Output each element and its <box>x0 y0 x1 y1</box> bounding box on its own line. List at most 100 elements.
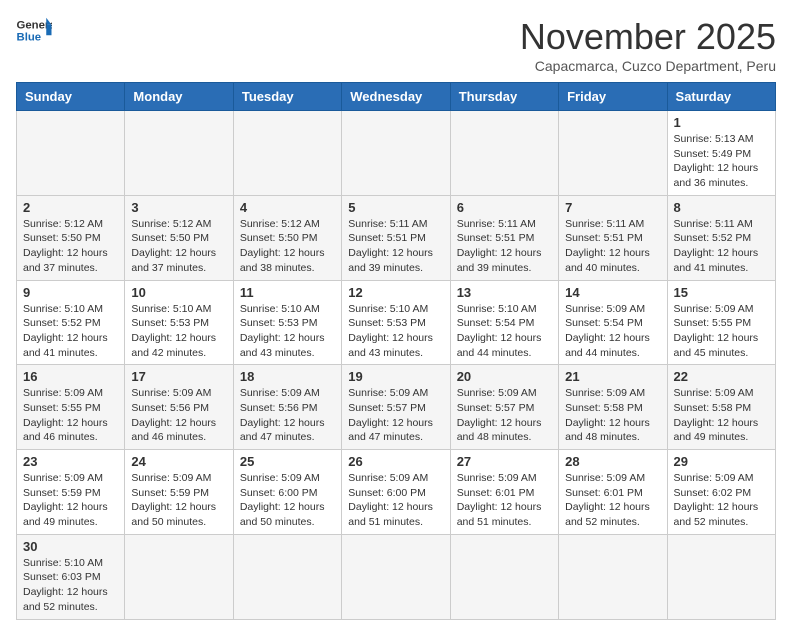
calendar-cell <box>233 534 341 619</box>
calendar-cell: 7 Sunrise: 5:11 AM Sunset: 5:51 PM Daylig… <box>559 195 667 280</box>
calendar-cell: 11Sunrise: 5:10 AM Sunset: 5:53 PM Dayli… <box>233 280 341 365</box>
day-number: 27 <box>457 454 552 469</box>
calendar-cell <box>450 534 558 619</box>
day-info: Sunrise: 5:09 AM Sunset: 5:55 PM Dayligh… <box>23 386 118 445</box>
day-number: 8 <box>674 200 769 215</box>
calendar-cell: 29 Sunrise: 5:09 AM Sunset: 6:02 PM Dayli… <box>667 450 775 535</box>
generalblue-logo-icon: General Blue <box>16 16 52 44</box>
calendar-cell: 4Sunrise: 5:12 AM Sunset: 5:50 PM Daylig… <box>233 195 341 280</box>
day-info: Sunrise: 5:09 AM Sunset: 5:56 PM Dayligh… <box>131 386 226 445</box>
day-info: Sunrise: 5:09 AM Sunset: 6:02 PM Dayligh… <box>674 471 769 530</box>
day-number: 19 <box>348 369 443 384</box>
day-number: 2 <box>23 200 118 215</box>
calendar-cell: 23Sunrise: 5:09 AM Sunset: 5:59 PM Dayli… <box>17 450 125 535</box>
calendar-cell: 19 Sunrise: 5:09 AM Sunset: 5:57 PM Dayli… <box>342 365 450 450</box>
day-info: Sunrise: 5:10 AM Sunset: 5:54 PM Dayligh… <box>457 302 552 361</box>
calendar-table: SundayMondayTuesdayWednesdayThursdayFrid… <box>16 82 776 620</box>
calendar-cell: 6 Sunrise: 5:11 AM Sunset: 5:51 PM Daylig… <box>450 195 558 280</box>
day-info: Sunrise: 5:09 AM Sunset: 5:57 PM Dayligh… <box>348 386 443 445</box>
day-number: 10 <box>131 285 226 300</box>
day-info: Sunrise: 5:09 AM Sunset: 5:57 PM Dayligh… <box>457 386 552 445</box>
calendar-cell: 15 Sunrise: 5:09 AM Sunset: 5:55 PM Dayli… <box>667 280 775 365</box>
day-info: Sunrise: 5:09 AM Sunset: 5:54 PM Dayligh… <box>565 302 660 361</box>
page-header: General Blue November 2025 Capacmarca, C… <box>16 16 776 74</box>
day-number: 25 <box>240 454 335 469</box>
calendar-cell: 20 Sunrise: 5:09 AM Sunset: 5:57 PM Dayli… <box>450 365 558 450</box>
day-info: Sunrise: 5:12 AM Sunset: 5:50 PM Dayligh… <box>240 217 335 276</box>
calendar-cell <box>17 111 125 196</box>
calendar-week-1: 1 Sunrise: 5:13 AM Sunset: 5:49 PM Daylig… <box>17 111 776 196</box>
day-number: 6 <box>457 200 552 215</box>
calendar-cell <box>125 111 233 196</box>
weekday-header-row: SundayMondayTuesdayWednesdayThursdayFrid… <box>17 83 776 111</box>
calendar-cell <box>667 534 775 619</box>
calendar-cell <box>125 534 233 619</box>
calendar-week-3: 9 Sunrise: 5:10 AM Sunset: 5:52 PM Daylig… <box>17 280 776 365</box>
weekday-header-thursday: Thursday <box>450 83 558 111</box>
day-info: Sunrise: 5:13 AM Sunset: 5:49 PM Dayligh… <box>674 132 769 191</box>
day-number: 23 <box>23 454 118 469</box>
day-number: 13 <box>457 285 552 300</box>
day-info: Sunrise: 5:11 AM Sunset: 5:52 PM Dayligh… <box>674 217 769 276</box>
day-number: 1 <box>674 115 769 130</box>
calendar-cell: 13 Sunrise: 5:10 AM Sunset: 5:54 PM Dayli… <box>450 280 558 365</box>
day-number: 28 <box>565 454 660 469</box>
calendar-cell: 10 Sunrise: 5:10 AM Sunset: 5:53 PM Dayli… <box>125 280 233 365</box>
calendar-cell: 22Sunrise: 5:09 AM Sunset: 5:58 PM Dayli… <box>667 365 775 450</box>
calendar-cell: 9 Sunrise: 5:10 AM Sunset: 5:52 PM Daylig… <box>17 280 125 365</box>
calendar-cell: 17 Sunrise: 5:09 AM Sunset: 5:56 PM Dayli… <box>125 365 233 450</box>
logo: General Blue <box>16 16 52 44</box>
day-info: Sunrise: 5:11 AM Sunset: 5:51 PM Dayligh… <box>457 217 552 276</box>
weekday-header-monday: Monday <box>125 83 233 111</box>
calendar-cell: 12 Sunrise: 5:10 AM Sunset: 5:53 PM Dayli… <box>342 280 450 365</box>
calendar-cell: 2 Sunrise: 5:12 AM Sunset: 5:50 PM Daylig… <box>17 195 125 280</box>
day-info: Sunrise: 5:09 AM Sunset: 6:01 PM Dayligh… <box>565 471 660 530</box>
calendar-cell: 24Sunrise: 5:09 AM Sunset: 5:59 PM Dayli… <box>125 450 233 535</box>
day-number: 12 <box>348 285 443 300</box>
calendar-cell: 1 Sunrise: 5:13 AM Sunset: 5:49 PM Daylig… <box>667 111 775 196</box>
calendar-week-5: 23Sunrise: 5:09 AM Sunset: 5:59 PM Dayli… <box>17 450 776 535</box>
calendar-cell <box>559 111 667 196</box>
day-info: Sunrise: 5:10 AM Sunset: 5:53 PM Dayligh… <box>348 302 443 361</box>
calendar-cell: 3Sunrise: 5:12 AM Sunset: 5:50 PM Daylig… <box>125 195 233 280</box>
svg-text:Blue: Blue <box>17 32 42 44</box>
day-number: 5 <box>348 200 443 215</box>
calendar-cell <box>342 111 450 196</box>
calendar-cell: 26Sunrise: 5:09 AM Sunset: 6:00 PM Dayli… <box>342 450 450 535</box>
day-number: 3 <box>131 200 226 215</box>
day-number: 9 <box>23 285 118 300</box>
day-info: Sunrise: 5:09 AM Sunset: 5:58 PM Dayligh… <box>565 386 660 445</box>
day-info: Sunrise: 5:09 AM Sunset: 5:58 PM Dayligh… <box>674 386 769 445</box>
day-number: 11 <box>240 285 335 300</box>
day-number: 20 <box>457 369 552 384</box>
day-number: 24 <box>131 454 226 469</box>
calendar-cell <box>342 534 450 619</box>
day-info: Sunrise: 5:12 AM Sunset: 5:50 PM Dayligh… <box>23 217 118 276</box>
weekday-header-friday: Friday <box>559 83 667 111</box>
weekday-header-tuesday: Tuesday <box>233 83 341 111</box>
day-number: 18 <box>240 369 335 384</box>
day-number: 14 <box>565 285 660 300</box>
day-info: Sunrise: 5:09 AM Sunset: 5:55 PM Dayligh… <box>674 302 769 361</box>
calendar-cell: 8 Sunrise: 5:11 AM Sunset: 5:52 PM Daylig… <box>667 195 775 280</box>
day-info: Sunrise: 5:10 AM Sunset: 5:52 PM Dayligh… <box>23 302 118 361</box>
day-number: 16 <box>23 369 118 384</box>
day-number: 30 <box>23 539 118 554</box>
calendar-title: November 2025 <box>520 16 776 58</box>
day-number: 29 <box>674 454 769 469</box>
calendar-cell: 5Sunrise: 5:11 AM Sunset: 5:51 PM Daylig… <box>342 195 450 280</box>
calendar-cell: 28 Sunrise: 5:09 AM Sunset: 6:01 PM Dayli… <box>559 450 667 535</box>
day-number: 17 <box>131 369 226 384</box>
weekday-header-saturday: Saturday <box>667 83 775 111</box>
day-info: Sunrise: 5:10 AM Sunset: 5:53 PM Dayligh… <box>131 302 226 361</box>
calendar-week-6: 30Sunrise: 5:10 AM Sunset: 6:03 PM Dayli… <box>17 534 776 619</box>
calendar-cell <box>559 534 667 619</box>
calendar-cell: 16 Sunrise: 5:09 AM Sunset: 5:55 PM Dayli… <box>17 365 125 450</box>
day-number: 15 <box>674 285 769 300</box>
day-info: Sunrise: 5:11 AM Sunset: 5:51 PM Dayligh… <box>565 217 660 276</box>
day-info: Sunrise: 5:09 AM Sunset: 5:56 PM Dayligh… <box>240 386 335 445</box>
day-number: 26 <box>348 454 443 469</box>
calendar-cell: 30Sunrise: 5:10 AM Sunset: 6:03 PM Dayli… <box>17 534 125 619</box>
calendar-cell: 25Sunrise: 5:09 AM Sunset: 6:00 PM Dayli… <box>233 450 341 535</box>
day-number: 7 <box>565 200 660 215</box>
